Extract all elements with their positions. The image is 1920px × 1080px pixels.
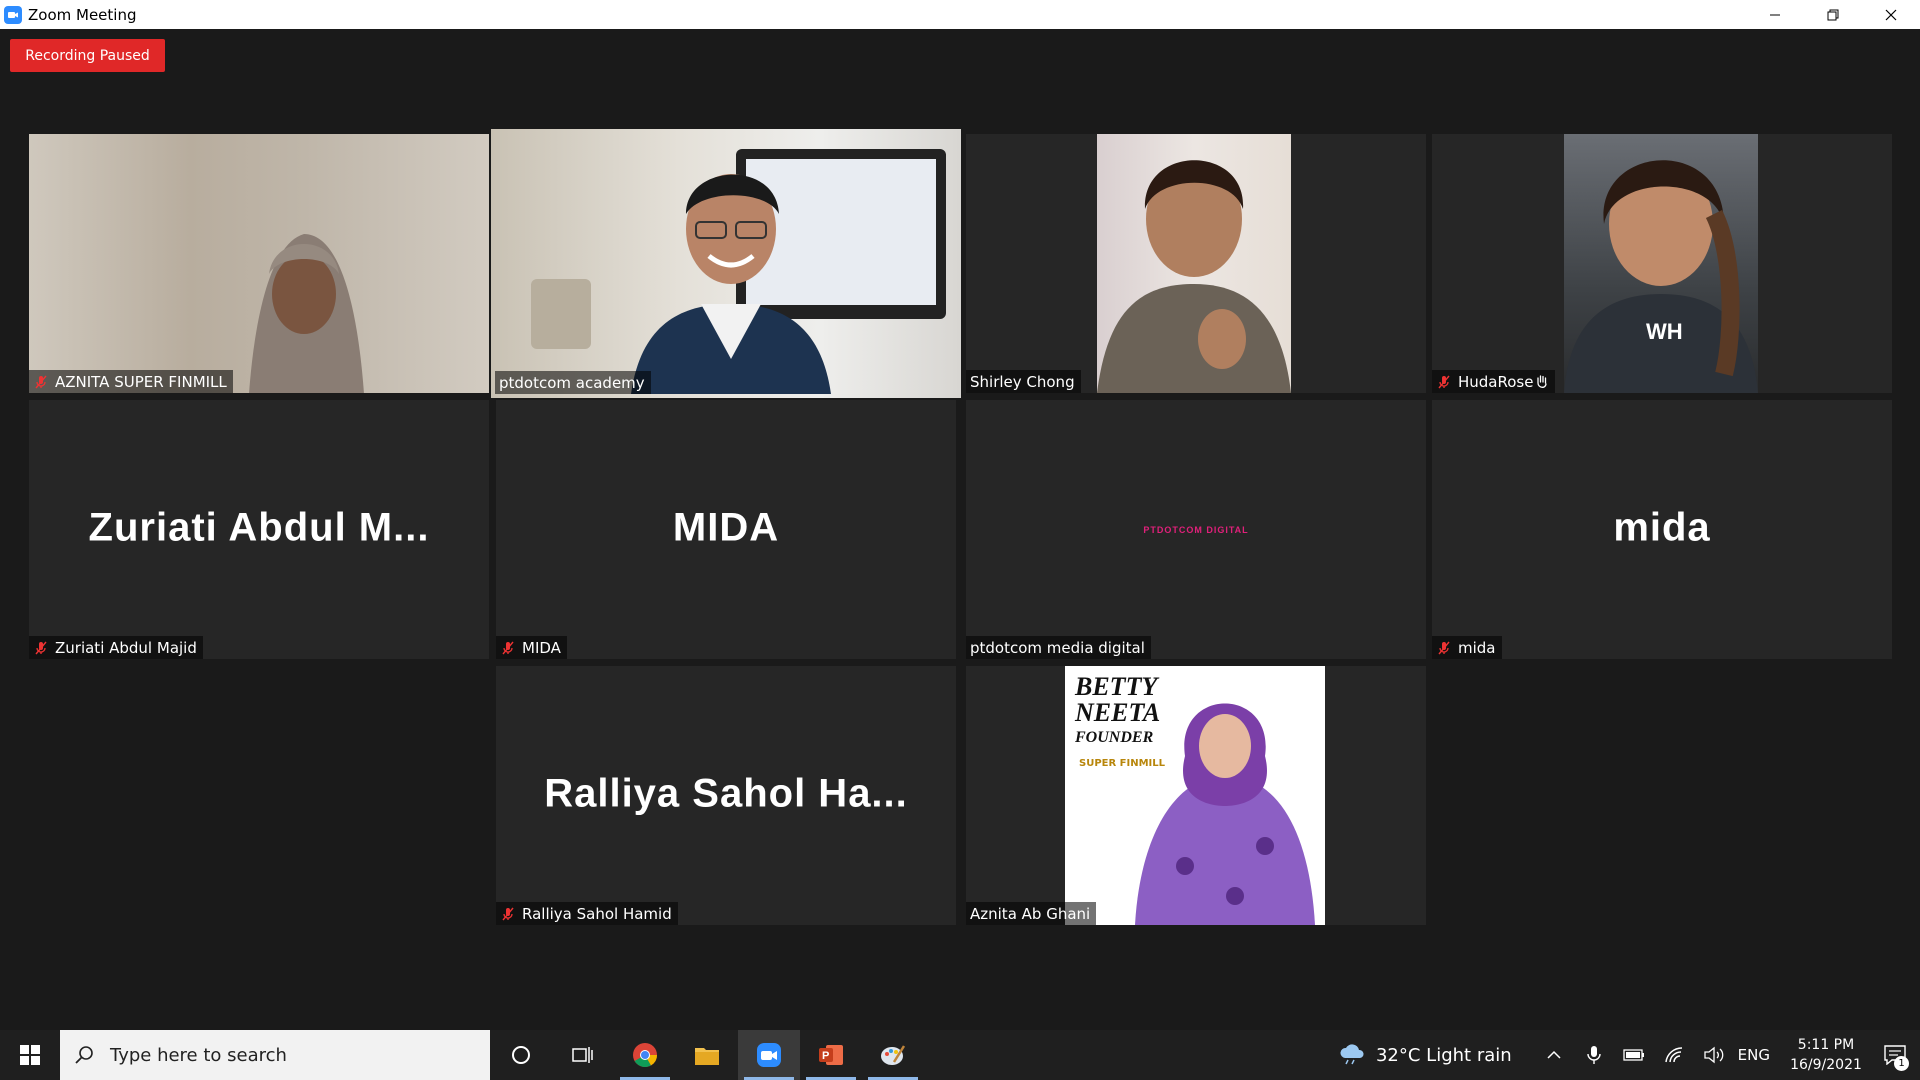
rain-cloud-icon — [1340, 1044, 1364, 1065]
restore-button[interactable] — [1804, 0, 1862, 29]
show-hidden-icons-button[interactable] — [1534, 1030, 1574, 1080]
taskbar-app-paint[interactable] — [862, 1030, 924, 1080]
participant-name-label: AZNITA SUPER FINMILL — [29, 370, 233, 393]
mic-muted-icon — [35, 641, 47, 654]
task-view-button[interactable] — [552, 1030, 614, 1080]
windows-logo-icon — [20, 1045, 40, 1065]
participant-display-name: Zuriati Abdul M... — [88, 504, 430, 549]
wifi-icon — [1664, 1047, 1682, 1063]
taskbar-search-box[interactable]: Type here to search — [60, 1030, 490, 1080]
folder-icon — [695, 1048, 719, 1065]
powerpoint-icon: P — [819, 1045, 843, 1065]
battery-icon — [1623, 1049, 1644, 1061]
participant-tile[interactable]: MIDA MIDA — [496, 400, 956, 659]
task-view-icon — [572, 1047, 593, 1063]
wifi-tray-button[interactable] — [1654, 1030, 1694, 1080]
mic-muted-icon — [502, 641, 514, 654]
windows-taskbar: Type here to search P 32°C Light rain EN… — [0, 1030, 1920, 1080]
participant-video — [1097, 134, 1291, 393]
paint-icon — [881, 1045, 906, 1065]
participant-name-label: HudaRose — [1432, 370, 1556, 393]
minimize-button[interactable] — [1746, 0, 1804, 29]
title-bar: Zoom Meeting — [0, 0, 1920, 29]
participant-name-label: Aznita Ab Ghani — [966, 902, 1097, 925]
clock-date: 16/9/2021 — [1790, 1057, 1862, 1073]
microphone-tray-button[interactable] — [1574, 1030, 1614, 1080]
restore-icon — [1827, 9, 1839, 20]
participant-name-label: Shirley Chong — [966, 370, 1081, 393]
participant-display-name: mida — [1613, 504, 1711, 549]
taskbar-app-file-explorer[interactable] — [676, 1030, 738, 1080]
participant-name-label: mida — [1432, 636, 1502, 659]
input-language-indicator[interactable]: ENG — [1738, 1046, 1770, 1064]
participant-name-label: Zuriati Abdul Majid — [29, 636, 203, 659]
cortana-icon — [512, 1046, 530, 1064]
mic-muted-icon — [1438, 641, 1450, 654]
participant-figure — [1097, 160, 1291, 393]
participant-tile[interactable]: Ralliya Sahol Ha... Ralliya Sahol Hamid — [496, 666, 956, 925]
speaker-icon — [1704, 1046, 1724, 1064]
battery-tray-button[interactable] — [1614, 1030, 1654, 1080]
svg-text:P: P — [822, 1050, 829, 1062]
clock-time: 5:11 PM — [1797, 1037, 1855, 1053]
raised-hand-icon — [1537, 374, 1548, 388]
taskbar-app-powerpoint[interactable]: P — [800, 1030, 862, 1080]
mic-muted-icon — [1438, 375, 1450, 388]
zoom-app-icon — [4, 5, 22, 24]
participant-name-label: ptdotcom academy — [495, 371, 651, 394]
taskbar-clock[interactable]: 5:11 PM 16/9/2021 — [1782, 1035, 1870, 1075]
participant-tile[interactable]: WH HudaRose — [1432, 134, 1892, 393]
participant-tile[interactable]: Shirley Chong — [966, 134, 1426, 393]
weather-widget[interactable]: 32°C Light rain — [1338, 1044, 1512, 1066]
system-tray: 32°C Light rain ENG 5:11 PM 16/9/2021 1 — [1338, 1030, 1920, 1080]
search-placeholder: Type here to search — [110, 1044, 287, 1066]
participant-figure — [631, 174, 831, 394]
start-button[interactable] — [0, 1030, 60, 1080]
close-icon — [1885, 9, 1897, 20]
recording-status-badge[interactable]: Recording Paused — [10, 39, 165, 72]
chrome-icon — [633, 1043, 657, 1068]
notification-count-badge: 1 — [1894, 1056, 1909, 1071]
taskbar-app-zoom[interactable] — [738, 1030, 800, 1080]
zoom-icon — [757, 1043, 781, 1067]
participant-video: WH — [1564, 134, 1758, 393]
participant-name-label: Ralliya Sahol Hamid — [496, 902, 678, 925]
participant-tile[interactable]: Zuriati Abdul M... Zuriati Abdul Majid — [29, 400, 489, 659]
taskbar-app-chrome[interactable] — [614, 1030, 676, 1080]
participant-display-name: MIDA — [672, 504, 780, 549]
participant-name-label: MIDA — [496, 636, 567, 659]
search-icon — [75, 1046, 93, 1064]
chevron-up-icon — [1547, 1050, 1561, 1059]
mic-muted-icon — [35, 375, 47, 388]
participant-tile[interactable]: mida mida — [1432, 400, 1892, 659]
cortana-button[interactable] — [490, 1030, 552, 1080]
window-title: Zoom Meeting — [28, 5, 137, 24]
participant-tile[interactable]: BETTY NEETA FOUNDER SUPER FINMILL Aznita… — [966, 666, 1426, 925]
participant-figure — [1135, 703, 1315, 925]
participant-video: BETTY NEETA FOUNDER SUPER FINMILL — [1065, 666, 1325, 925]
volume-tray-button[interactable] — [1694, 1030, 1734, 1080]
minimize-icon — [1770, 14, 1780, 15]
participant-tile-active-speaker[interactable]: ptdotcom academy — [491, 129, 961, 398]
participant-figure — [249, 234, 364, 393]
participant-tile[interactable]: PTDOTCOM DIGITAL ptdotcom media digital — [966, 400, 1426, 659]
participant-logo: PTDOTCOM DIGITAL — [1143, 524, 1249, 535]
action-center-button[interactable]: 1 — [1870, 1030, 1920, 1080]
participant-tile[interactable]: AZNITA SUPER FINMILL — [29, 134, 489, 393]
participant-figure: WH — [1564, 160, 1758, 393]
participant-display-name: Ralliya Sahol Ha... — [544, 770, 908, 815]
microphone-icon — [1586, 1046, 1601, 1064]
mic-muted-icon — [502, 907, 514, 920]
svg-text:WH: WH — [1646, 319, 1683, 344]
close-button[interactable] — [1862, 0, 1920, 29]
mug — [531, 279, 591, 349]
participant-name-label: ptdotcom media digital — [966, 636, 1151, 659]
